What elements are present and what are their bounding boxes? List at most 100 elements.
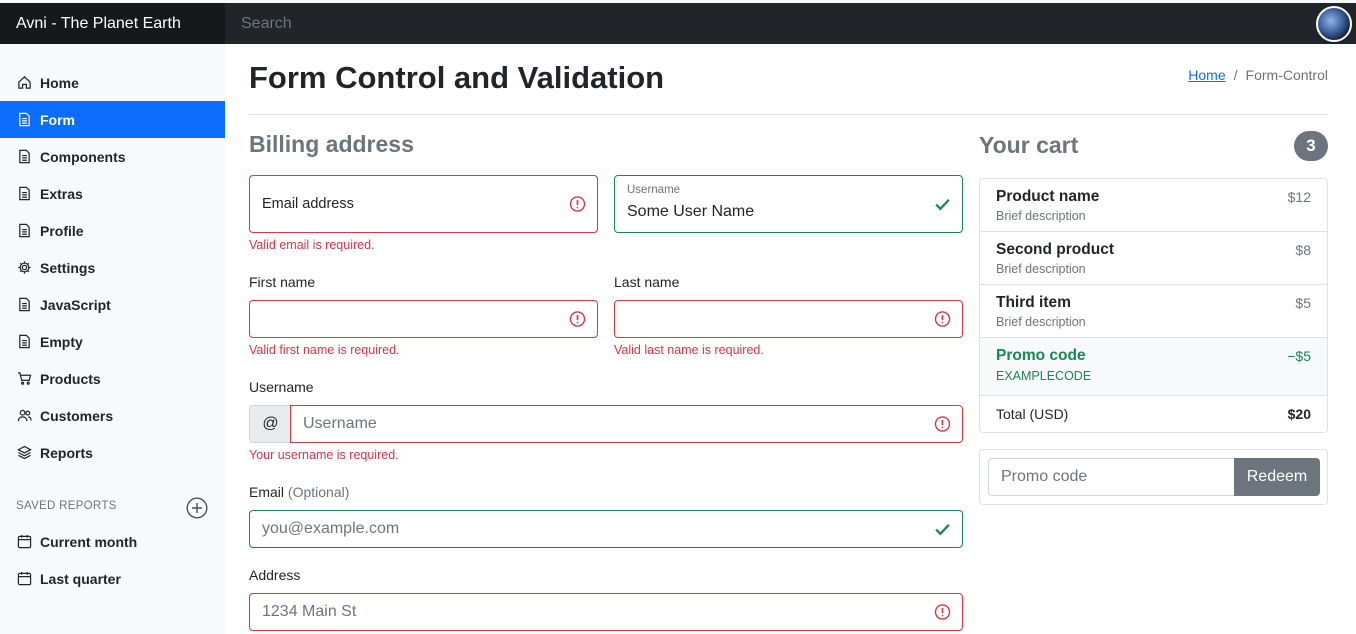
email-placeholder: you@example.com xyxy=(262,520,400,537)
last-name-label: Last name xyxy=(614,274,680,290)
email-label-text: Email xyxy=(249,484,285,500)
brand-title[interactable]: Avni - The Planet Earth xyxy=(0,3,225,44)
file-icon xyxy=(19,334,30,349)
email-floating-label: Email address xyxy=(262,196,354,212)
file-icon xyxy=(19,186,30,201)
sidebar-item-javascript[interactable]: JavaScript xyxy=(0,286,225,323)
username-floating-value: Some User Name xyxy=(627,203,755,220)
layers-icon xyxy=(17,445,32,460)
avatar[interactable] xyxy=(1316,6,1352,42)
cart-list: Product name Brief description $12 Secon… xyxy=(979,178,1328,433)
last-name-error: Valid last name is required. xyxy=(614,343,764,357)
cart-item-price: $12 xyxy=(1287,189,1311,205)
sidebar-item-products[interactable]: Products xyxy=(0,360,225,397)
sidebar-item-current-month[interactable]: Current month xyxy=(0,523,225,560)
check-icon xyxy=(935,198,950,211)
sidebar-item-last-quarter[interactable]: Last quarter xyxy=(0,560,225,597)
breadcrumb-home-link[interactable]: Home xyxy=(1188,67,1225,83)
file-icon xyxy=(19,149,30,164)
cart-item-name: Third item xyxy=(996,294,1071,311)
sidebar-item-extras[interactable]: Extras xyxy=(0,175,225,212)
sidebar-item-home[interactable]: Home xyxy=(0,64,225,101)
sidebar-item-customers[interactable]: Customers xyxy=(0,397,225,434)
total-row: Total (USD) $20 xyxy=(980,396,1327,432)
file-icon xyxy=(19,223,30,238)
sidebar-item-settings[interactable]: Settings xyxy=(0,249,225,286)
sidebar-item-label: Settings xyxy=(40,259,96,276)
redeem-button[interactable]: Redeem xyxy=(1234,458,1320,496)
gear-icon xyxy=(18,261,31,274)
cart-item-desc: Brief description xyxy=(996,262,1086,276)
username-error: Your username is required. xyxy=(249,448,399,462)
username-input[interactable]: Username xyxy=(290,405,963,443)
cart-item-name: Product name xyxy=(996,188,1100,205)
promo-code-input[interactable] xyxy=(988,458,1234,496)
file-icon xyxy=(19,112,30,127)
users-icon xyxy=(17,409,32,422)
address-label: Address xyxy=(249,567,301,583)
add-report-icon[interactable] xyxy=(186,497,208,519)
error-icon xyxy=(934,416,951,432)
error-icon xyxy=(934,311,951,327)
username-floating-label: Username xyxy=(627,184,681,196)
breadcrumb-separator: / xyxy=(1233,67,1238,83)
list-item: Product name Brief description $12 xyxy=(980,179,1327,232)
email-label: Email (Optional) xyxy=(249,484,349,500)
cart-item-price: $8 xyxy=(1295,242,1311,258)
billing-title: Billing address xyxy=(249,131,414,157)
sidebar-item-label: Current month xyxy=(40,533,138,550)
calendar-icon xyxy=(17,534,32,549)
sidebar-item-profile[interactable]: Profile xyxy=(0,212,225,249)
sidebar-item-label: Customers xyxy=(40,407,114,424)
username-placeholder: Username xyxy=(303,415,377,432)
username-at-addon: @ xyxy=(249,405,291,443)
sidebar-item-form[interactable]: Form xyxy=(0,101,225,138)
breadcrumb-current: Form-Control xyxy=(1245,67,1328,83)
sidebar-item-label: Home xyxy=(40,74,79,91)
sidebar-item-label: Products xyxy=(40,370,101,387)
first-name-input[interactable] xyxy=(249,300,598,338)
sidebar-item-label: Profile xyxy=(40,222,84,239)
promo-form: Redeem xyxy=(979,449,1328,505)
email-floating-field[interactable]: Email address xyxy=(249,175,598,233)
search-input[interactable] xyxy=(225,3,1305,44)
sidebar-item-label: Form xyxy=(40,111,75,128)
check-icon xyxy=(935,523,950,536)
sidebar-item-label: Empty xyxy=(40,333,83,350)
cart-item-name: Second product xyxy=(996,241,1114,258)
promo-discount: −$5 xyxy=(1287,348,1311,364)
sidebar-item-label: Extras xyxy=(40,185,83,202)
last-name-input[interactable] xyxy=(614,300,963,338)
first-name-error: Valid first name is required. xyxy=(249,343,400,357)
sidebar-item-components[interactable]: Components xyxy=(0,138,225,175)
sidebar-item-label: Last quarter xyxy=(40,570,121,587)
first-name-label: First name xyxy=(249,274,316,290)
cart-icon xyxy=(17,372,32,385)
sidebar-item-label: Reports xyxy=(40,444,93,461)
error-icon xyxy=(934,604,951,620)
list-item: Second product Brief description $8 xyxy=(980,232,1327,285)
cart-count-badge: 3 xyxy=(1294,131,1328,161)
username-floating-field[interactable]: Username Some User Name xyxy=(614,175,963,233)
error-icon xyxy=(569,196,586,212)
cart-item-desc: Brief description xyxy=(996,209,1086,223)
saved-reports-heading: SAVED REPORTS xyxy=(16,500,117,512)
sidebar-item-reports[interactable]: Reports xyxy=(0,434,225,471)
home-icon xyxy=(18,76,31,89)
sidebar-item-empty[interactable]: Empty xyxy=(0,323,225,360)
email-input[interactable]: you@example.com xyxy=(249,510,963,548)
promo-code-text: EXAMPLECODE xyxy=(996,369,1092,383)
calendar-icon xyxy=(17,571,32,586)
file-icon xyxy=(19,297,30,312)
cart-title: Your cart xyxy=(979,132,1079,158)
username-label: Username xyxy=(249,379,314,395)
cart-item-price: $5 xyxy=(1295,295,1311,311)
email-optional-text: (Optional) xyxy=(287,484,350,500)
list-item: Third item Brief description $5 xyxy=(980,285,1327,338)
address-input[interactable]: 1234 Main St xyxy=(249,593,963,631)
top-navbar: Avni - The Planet Earth xyxy=(0,0,1356,44)
error-icon xyxy=(569,311,586,327)
email-error: Valid email is required. xyxy=(249,238,375,252)
header-divider xyxy=(249,114,1328,115)
total-label: Total (USD) xyxy=(996,406,1069,422)
